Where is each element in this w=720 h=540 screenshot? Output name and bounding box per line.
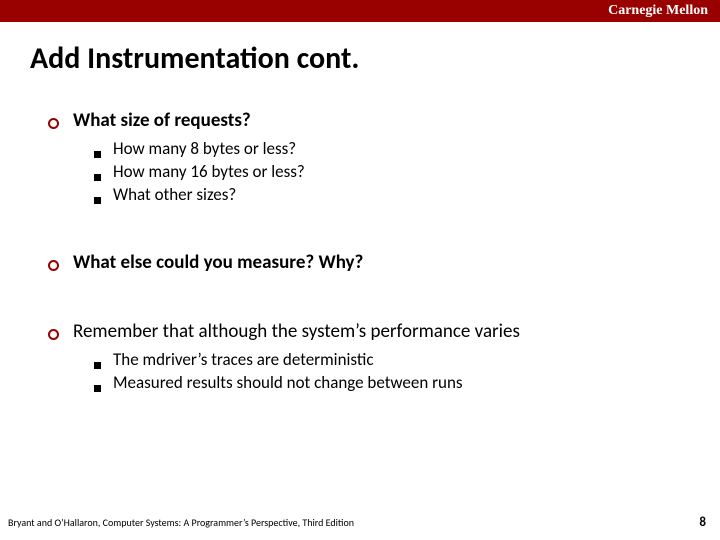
sub-bullet-text: How many 16 bytes or less? xyxy=(113,161,305,182)
circle-bullet-icon xyxy=(48,118,59,129)
square-bullet-icon xyxy=(94,197,101,204)
bullet-text: Remember that although the system’s perf… xyxy=(73,320,520,343)
footer: Bryant and O’Hallaron, Computer Systems:… xyxy=(0,515,720,530)
sub-bullet-text: Measured results should not change betwe… xyxy=(113,372,463,393)
bullet-text: What size of requests? xyxy=(73,109,251,132)
bullet-text: What else could you measure? Why? xyxy=(73,251,363,274)
circle-bullet-icon xyxy=(48,329,59,340)
slide-title: Add Instrumentation cont. xyxy=(0,22,720,77)
square-bullet-icon xyxy=(94,174,101,181)
sub-bullet-item: What other sizes? xyxy=(94,184,720,205)
sub-bullet-text: The mdriver’s traces are deterministic xyxy=(113,349,374,370)
bullet-row: What else could you measure? Why? xyxy=(48,251,720,274)
bullet-item: What else could you measure? Why? xyxy=(48,251,720,274)
header-bar: Carnegie Mellon xyxy=(0,0,720,22)
page-number: 8 xyxy=(699,515,706,530)
circle-bullet-icon xyxy=(48,260,59,271)
bullet-item: Remember that although the system’s perf… xyxy=(48,320,720,393)
sub-bullet-item: How many 16 bytes or less? xyxy=(94,161,720,182)
brand-label: Carnegie Mellon xyxy=(608,3,708,19)
sub-bullet-text: How many 8 bytes or less? xyxy=(113,138,296,159)
square-bullet-icon xyxy=(94,385,101,392)
bullet-row: Remember that although the system’s perf… xyxy=(48,320,720,343)
sub-bullet-item: How many 8 bytes or less? xyxy=(94,138,720,159)
slide-content: What size of requests? How many 8 bytes … xyxy=(0,77,720,393)
sub-bullet-text: What other sizes? xyxy=(113,184,236,205)
square-bullet-icon xyxy=(94,362,101,369)
sub-bullet-item: Measured results should not change betwe… xyxy=(94,372,720,393)
sub-list: The mdriver’s traces are deterministic M… xyxy=(48,349,720,393)
sub-list: How many 8 bytes or less? How many 16 by… xyxy=(48,138,720,205)
bullet-row: What size of requests? xyxy=(48,109,720,132)
sub-bullet-item: The mdriver’s traces are deterministic xyxy=(94,349,720,370)
bullet-item: What size of requests? How many 8 bytes … xyxy=(48,109,720,205)
square-bullet-icon xyxy=(94,151,101,158)
footer-attribution: Bryant and O’Hallaron, Computer Systems:… xyxy=(8,516,354,529)
